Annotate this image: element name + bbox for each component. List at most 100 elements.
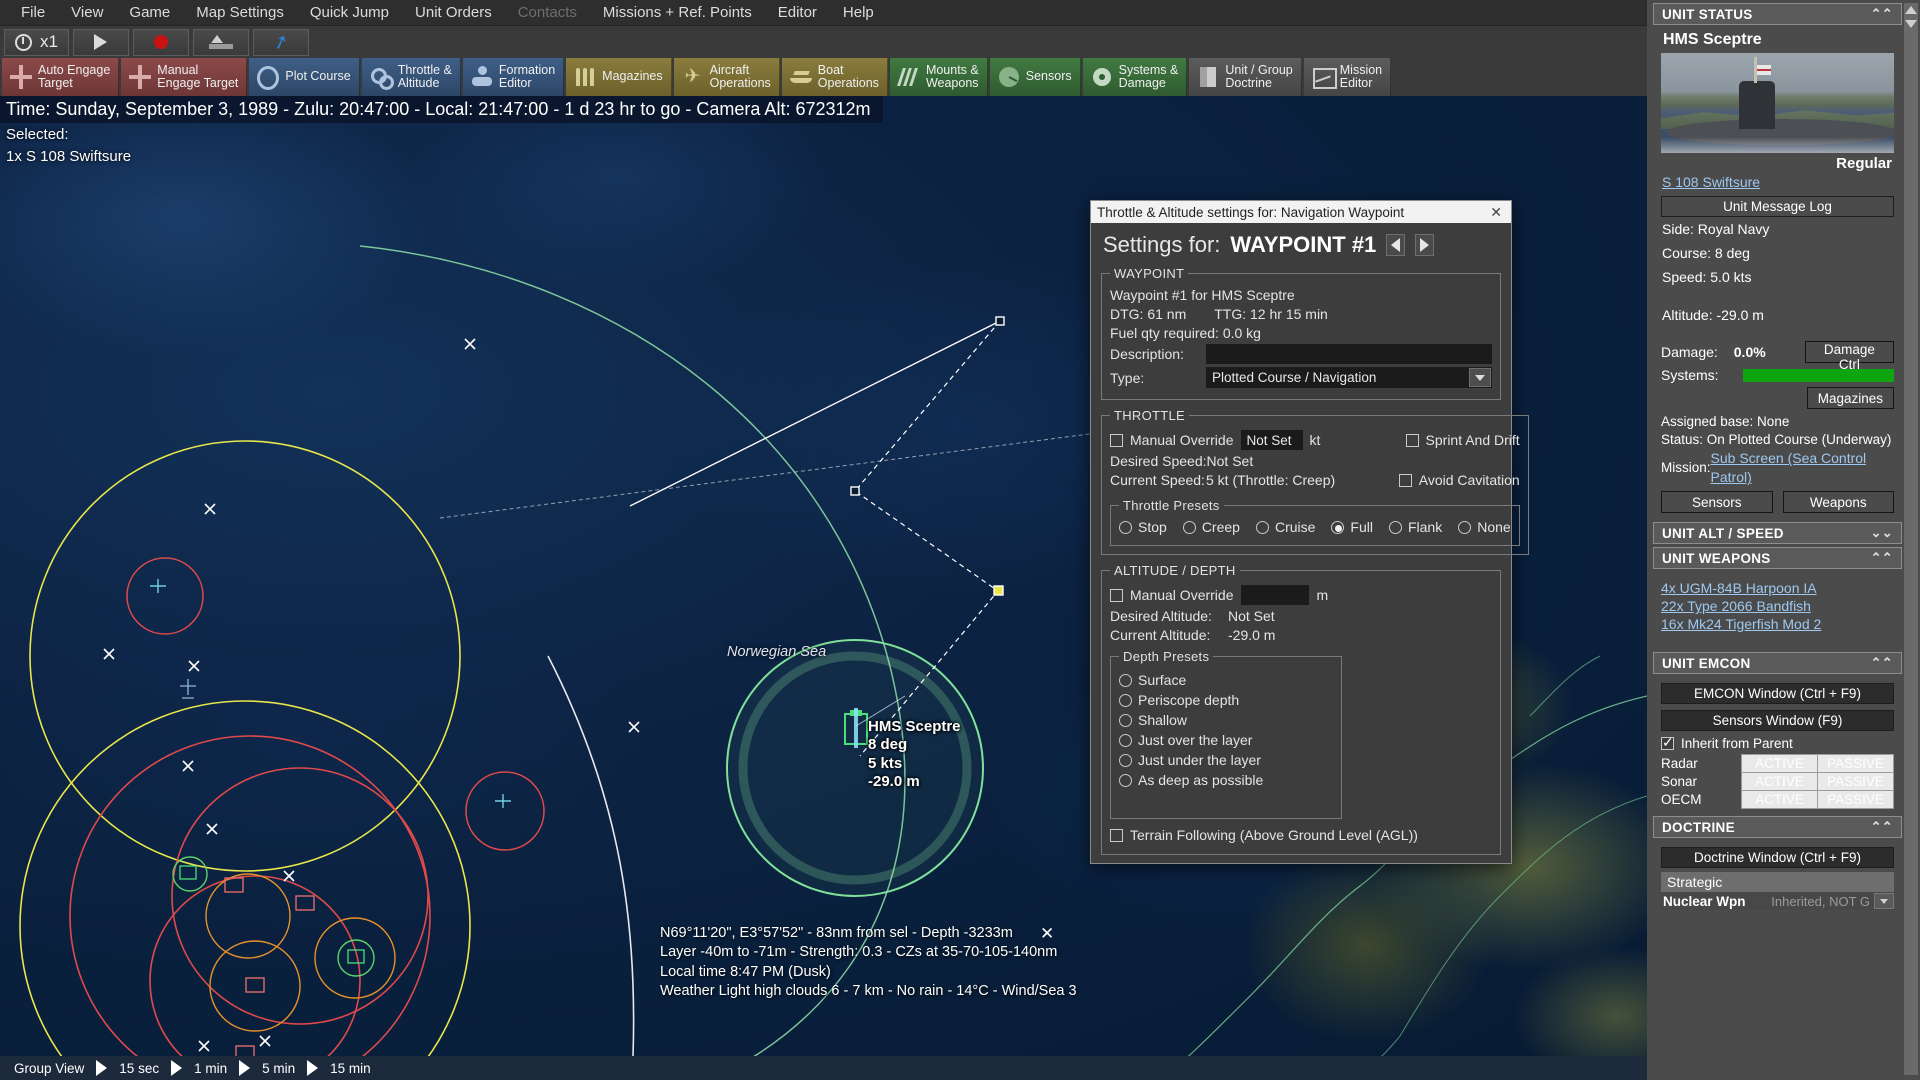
throttle-preset-none[interactable]: None — [1458, 519, 1511, 535]
radio-icon[interactable] — [1119, 733, 1132, 747]
emcon-active-button[interactable]: ACTIVE — [1741, 754, 1818, 774]
radio-icon[interactable] — [1119, 753, 1132, 767]
weapons-button[interactable]: Weapons — [1782, 491, 1894, 514]
unit-emcon-header[interactable]: UNIT EMCON ⌃⌃ — [1653, 652, 1902, 675]
menu-item-editor[interactable]: Editor — [765, 1, 830, 24]
radio-icon[interactable] — [1182, 520, 1196, 534]
throttle-preset-flank[interactable]: Flank — [1388, 519, 1442, 535]
doctrine-window-button[interactable]: Doctrine Window (Ctrl + F9) — [1661, 847, 1894, 869]
time-step-1-min[interactable]: 1 min — [184, 1061, 237, 1076]
unit-class-link[interactable]: S 108 Swiftsure — [1661, 173, 1894, 194]
quick-jump-button[interactable]: ➚ — [252, 28, 309, 56]
unit-message-log-button[interactable]: Unit Message Log — [1661, 196, 1894, 217]
throttle-preset-full[interactable]: Full — [1331, 519, 1373, 535]
radio-icon[interactable] — [1255, 520, 1269, 534]
record-button[interactable] — [132, 28, 189, 56]
avoid-cavitation-checkbox[interactable] — [1398, 473, 1412, 487]
magazines-button[interactable]: Magazines — [1806, 387, 1894, 409]
scroll-down-icon[interactable] — [1904, 17, 1918, 31]
ribbon-button-magazines[interactable]: Magazines — [566, 58, 672, 96]
emcon-passive-button[interactable]: PASSIVE — [1817, 790, 1894, 810]
throttle-manual-input[interactable]: Not Set — [1240, 430, 1303, 450]
emcon-active-button[interactable]: ACTIVE — [1741, 772, 1818, 792]
throttle-preset-creep[interactable]: Creep — [1182, 519, 1240, 535]
depth-preset-just-under-the-layer[interactable]: Just under the layer — [1119, 752, 1333, 768]
weapon-link[interactable]: 16x Mk24 Tigerfish Mod 2 — [1661, 615, 1894, 633]
menu-item-game[interactable]: Game — [116, 1, 183, 24]
menu-item-quick-jump[interactable]: Quick Jump — [297, 1, 402, 24]
time-step-15-sec[interactable]: 15 sec — [109, 1061, 169, 1076]
depth-preset-surface[interactable]: Surface — [1119, 672, 1333, 688]
ribbon-button-auto-engage-target[interactable]: Auto Engage Target — [2, 58, 120, 96]
sprint-drift-checkbox[interactable] — [1405, 433, 1419, 447]
ribbon-button-unit-group-doctrine[interactable]: Unit / Group Doctrine — [1189, 58, 1302, 96]
altitude-manual-input[interactable] — [1240, 585, 1309, 605]
radio-icon[interactable] — [1119, 520, 1132, 534]
map-info-close-icon[interactable]: ✕ — [1040, 924, 1054, 944]
radio-icon[interactable] — [1119, 713, 1132, 727]
time-step-5-min[interactable]: 5 min — [252, 1061, 305, 1076]
radio-icon[interactable] — [1119, 773, 1132, 787]
menu-item-missions-ref-points[interactable]: Missions + Ref. Points — [590, 1, 765, 24]
sensors-window-button[interactable]: Sensors Window (F9) — [1661, 710, 1894, 732]
inherit-from-parent-row[interactable]: Inherit from Parent — [1661, 734, 1894, 751]
unit-alt-speed-header[interactable]: UNIT ALT / SPEED ⌄⌄ — [1653, 522, 1902, 545]
game-speed-button[interactable]: x1 — [4, 28, 69, 56]
sidebar-scrollbar[interactable] — [1904, 3, 1918, 1075]
ribbon-button-boat-operations[interactable]: Boat Operations — [781, 58, 888, 96]
ribbon-button-mission-editor[interactable]: Mission Editor — [1303, 58, 1392, 96]
mission-link[interactable]: Sub Screen (Sea Control Patrol) — [1711, 449, 1894, 487]
close-icon[interactable]: ✕ — [1487, 204, 1505, 221]
prev-waypoint-button[interactable] — [1386, 234, 1406, 256]
time-step-group-view[interactable]: Group View — [4, 1061, 94, 1076]
ribbon-button-plot-course[interactable]: Plot Course — [249, 58, 360, 96]
ribbon-button-formation-editor[interactable]: Formation Editor — [462, 58, 565, 96]
unit-status-header[interactable]: UNIT STATUS ⌃⌃ — [1653, 3, 1902, 25]
depth-preset-as-deep-as-possible[interactable]: As deep as possible — [1119, 772, 1333, 788]
throttle-preset-stop[interactable]: Stop — [1119, 519, 1167, 535]
radio-icon[interactable] — [1388, 520, 1402, 534]
emcon-active-button[interactable]: ACTIVE — [1741, 790, 1818, 810]
ribbon-button-manual-engage-target[interactable]: Manual Engage Target — [121, 58, 248, 96]
doctrine-header[interactable]: DOCTRINE ⌃⌃ — [1653, 816, 1902, 839]
waypoint-type-select[interactable]: Plotted Course / Navigation — [1206, 367, 1492, 388]
chevron-up-icon[interactable]: ⌃⌃ — [1871, 6, 1893, 22]
chevron-down-icon[interactable]: ⌄⌄ — [1871, 525, 1893, 541]
radio-icon[interactable] — [1119, 673, 1132, 687]
menu-item-help[interactable]: Help — [830, 1, 887, 24]
scroll-up-icon[interactable] — [1904, 3, 1918, 17]
throttle-preset-cruise[interactable]: Cruise — [1255, 519, 1315, 535]
time-step-15-min[interactable]: 15 min — [320, 1061, 381, 1076]
menu-item-unit-orders[interactable]: Unit Orders — [402, 1, 505, 24]
chevron-up-icon[interactable]: ⌃⌃ — [1871, 819, 1893, 835]
throttle-manual-override-checkbox[interactable] — [1110, 433, 1123, 447]
menu-item-view[interactable]: View — [58, 1, 116, 24]
ribbon-button-aircraft-operations[interactable]: ✈ Aircraft Operations — [673, 58, 780, 96]
weapon-link[interactable]: 4x UGM-84B Harpoon IA — [1661, 579, 1894, 597]
menu-item-map-settings[interactable]: Map Settings — [183, 1, 297, 24]
chevron-up-icon[interactable]: ⌃⌃ — [1871, 655, 1893, 671]
depth-preset-just-over-the-layer[interactable]: Just over the layer — [1119, 732, 1333, 748]
throttle-altitude-dialog[interactable]: Throttle & Altitude settings for: Naviga… — [1090, 200, 1529, 864]
chevron-up-icon[interactable]: ⌃⌃ — [1871, 550, 1893, 566]
next-waypoint-button[interactable] — [1415, 234, 1435, 256]
ribbon-button-systems-damage[interactable]: Systems & Damage — [1082, 58, 1188, 96]
chevron-down-icon[interactable] — [1874, 893, 1894, 910]
menu-item-file[interactable]: File — [8, 1, 58, 24]
unit-weapons-header[interactable]: UNIT WEAPONS ⌃⌃ — [1653, 547, 1902, 570]
terrain-following-checkbox[interactable] — [1110, 828, 1123, 842]
ribbon-button-throttle-altitude[interactable]: Throttle & Altitude — [361, 58, 461, 96]
doctrine-row-nuclear-wpn[interactable]: Nuclear Wpn Inherited, NOT G — [1661, 892, 1894, 911]
ribbon-button-mounts-weapons[interactable]: Mounts & Weapons — [889, 58, 988, 96]
radio-icon[interactable] — [1458, 520, 1472, 534]
emcon-window-button[interactable]: EMCON Window (Ctrl + F9) — [1661, 683, 1894, 705]
inherit-from-parent-checkbox[interactable] — [1661, 734, 1674, 751]
radio-icon[interactable] — [1119, 693, 1132, 707]
altitude-manual-override-checkbox[interactable] — [1110, 588, 1123, 602]
damage-control-button[interactable]: Damage Ctrl — [1804, 341, 1894, 372]
chevron-down-icon[interactable] — [1469, 368, 1491, 387]
ribbon-button-sensors[interactable]: Sensors — [989, 58, 1081, 96]
radio-icon[interactable] — [1331, 520, 1345, 534]
emcon-passive-button[interactable]: PASSIVE — [1817, 772, 1894, 792]
sensors-button[interactable]: Sensors — [1661, 491, 1773, 514]
